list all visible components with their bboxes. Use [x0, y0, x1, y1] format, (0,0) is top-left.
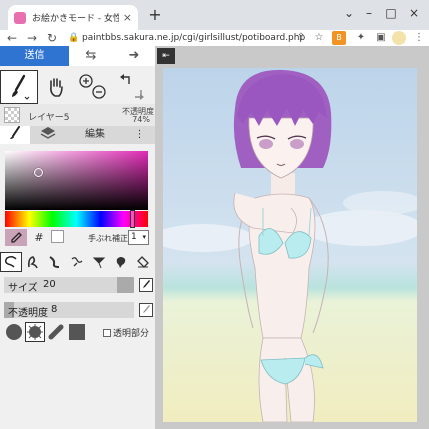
brush-tool-button[interactable]	[0, 70, 38, 104]
color-picker-area[interactable]	[5, 151, 148, 210]
hand-tool-button[interactable]	[38, 70, 74, 104]
line-shape-icon[interactable]	[47, 323, 65, 341]
more-menu-icon[interactable]: ⋮	[124, 126, 155, 144]
favicon-icon	[14, 11, 26, 24]
brush-icon	[10, 126, 20, 139]
pressure-size-button[interactable]	[139, 278, 153, 292]
layer-opacity-value: 74%	[132, 115, 150, 124]
hue-slider-handle[interactable]	[130, 210, 135, 228]
size-label: サイズ	[8, 283, 38, 294]
minimize-button[interactable]: –	[360, 6, 378, 20]
share-icon[interactable]: ⇪	[294, 31, 308, 45]
brush-icon	[12, 74, 30, 100]
eyedropper-button[interactable]	[5, 229, 27, 246]
eraser-icon[interactable]	[132, 252, 154, 272]
pen-pressure-icon	[143, 280, 150, 288]
lock-icon[interactable]: 🔒	[68, 33, 79, 43]
opacity-slider-value: 8	[51, 304, 58, 315]
watercolor-brush-icon[interactable]	[44, 252, 66, 272]
new-tab-button[interactable]: +	[146, 6, 164, 24]
brush-type-row	[0, 252, 155, 272]
profile-avatar[interactable]	[392, 31, 406, 45]
browser-tab[interactable]: お絵かきモード - 女性キャラお絵かき ×	[8, 5, 138, 30]
tab-brush[interactable]	[0, 126, 30, 144]
extensions-puzzle-icon[interactable]: ✦	[354, 31, 368, 45]
hex-input-button[interactable]: #	[30, 229, 48, 246]
stabilizer-select[interactable]: 1 ▾	[128, 230, 149, 245]
menu-kebab-icon[interactable]: ⋮	[412, 31, 426, 45]
bookmark-star-icon[interactable]: ☆	[312, 31, 326, 45]
panel-subtabs: 編集 ⋮	[0, 126, 155, 144]
tab-edit[interactable]: 編集	[66, 126, 124, 144]
layers-icon	[40, 127, 56, 139]
page-tabs: 送信 ⇆ ➜	[0, 46, 155, 66]
blur-brush-icon[interactable]	[66, 252, 88, 272]
circle-shape-icon[interactable]	[5, 323, 23, 341]
color-picker-handle[interactable]	[34, 168, 43, 177]
back-icon[interactable]: ←	[4, 30, 20, 46]
drawing-canvas[interactable]	[163, 68, 417, 422]
zoom-buttons	[74, 70, 112, 104]
window-close-button[interactable]: ×	[405, 6, 423, 20]
hand-icon	[50, 78, 63, 97]
undo-redo-buttons	[112, 70, 152, 104]
swap-icon[interactable]: ⇆	[69, 46, 113, 66]
secondary-color-swatch[interactable]	[51, 230, 64, 243]
size-value: 20	[43, 279, 56, 290]
transparent-checkbox[interactable]: 透明部分	[103, 326, 149, 339]
next-icon[interactable]: ➜	[113, 46, 155, 66]
checkbox-box[interactable]	[103, 328, 111, 337]
fill-brush-icon[interactable]	[110, 252, 132, 272]
maximize-button[interactable]: □	[382, 6, 400, 20]
url-text: paintbbs.sakura.ne.jp/cgi/girlsillust/po…	[82, 33, 306, 43]
submit-button[interactable]: 送信	[0, 46, 69, 66]
illustration-image	[163, 68, 417, 422]
tab-title: お絵かきモード - 女性キャラお絵かき	[32, 14, 119, 24]
tab-close-icon[interactable]: ×	[123, 11, 132, 24]
transparent-label: 透明部分	[113, 329, 150, 339]
eyedropper-icon	[11, 231, 22, 243]
tab-search-icon[interactable]: ⌄	[340, 6, 358, 20]
opacity-slider-label: 不透明度	[8, 308, 48, 319]
sidepanel-icon[interactable]: ▣	[374, 31, 388, 45]
hue-slider[interactable]	[5, 211, 148, 227]
layer-name: レイヤー5	[28, 113, 70, 123]
stabilizer-label: 手ぶれ補正	[88, 234, 128, 243]
forward-icon[interactable]: →	[24, 30, 40, 46]
square-shape-icon[interactable]	[68, 323, 86, 341]
extension-icon[interactable]: B	[332, 31, 346, 45]
spiky-shape-icon[interactable]	[25, 322, 45, 342]
pressure-opacity-button[interactable]	[139, 303, 153, 317]
layer-thumbnail[interactable]	[4, 107, 20, 123]
tool-row	[0, 70, 155, 104]
tab-layers[interactable]	[30, 126, 66, 144]
smudge-brush-icon[interactable]	[88, 252, 110, 272]
reload-icon[interactable]: ↻	[44, 30, 60, 46]
pen-pressure-icon	[143, 305, 150, 313]
collapse-panel-button[interactable]: ⇤	[157, 48, 175, 64]
pen-brush-icon[interactable]	[0, 252, 22, 272]
soft-brush-icon[interactable]	[22, 252, 44, 272]
